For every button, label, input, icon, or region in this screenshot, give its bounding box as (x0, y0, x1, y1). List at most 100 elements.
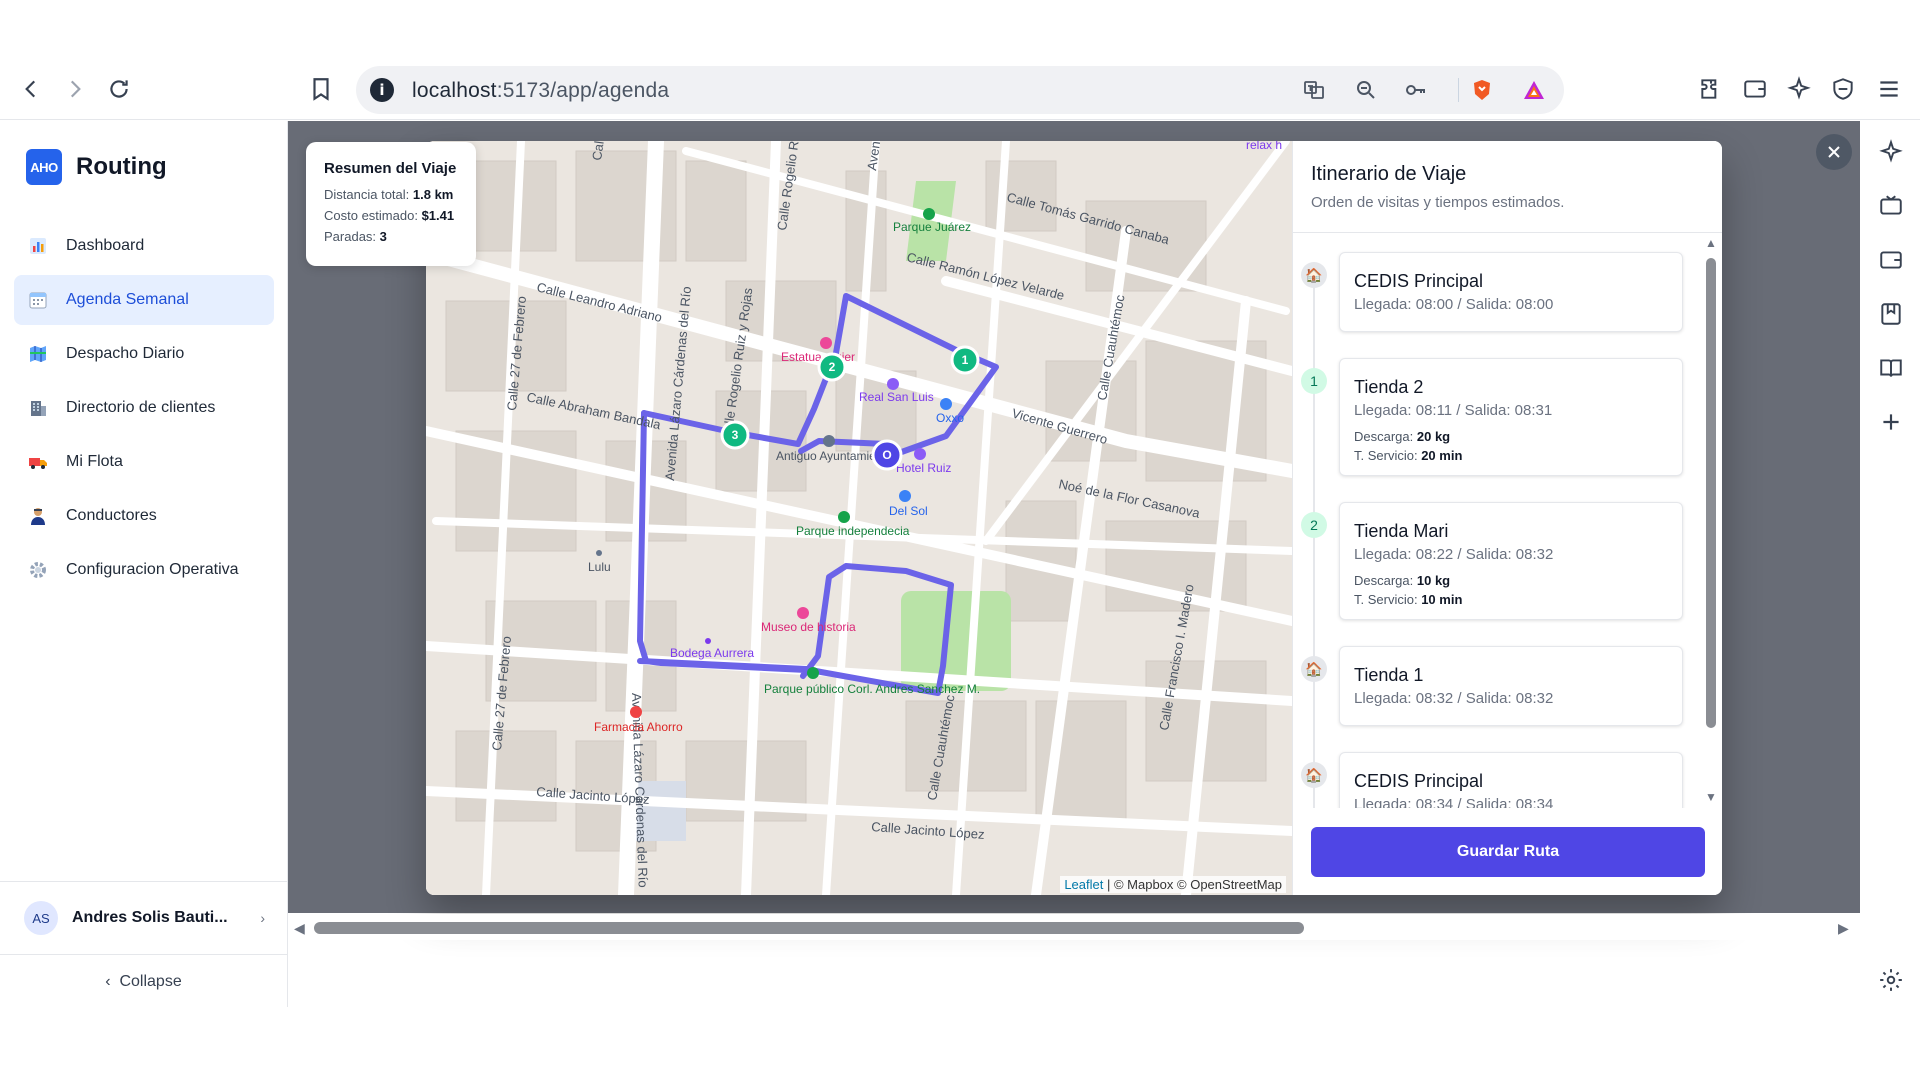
map-canvas: Calle Leandro Adriano Avenida Lázaro Cár… (426, 141, 1292, 895)
sidebar-item-dashboard[interactable]: Dashboard (14, 221, 274, 271)
sidebar-item-mi-flota[interactable]: Mi Flota (14, 437, 274, 487)
poi-label: Del Sol (889, 504, 928, 518)
collapse-button[interactable]: ‹ Collapse (0, 973, 287, 991)
stop-times: Llegada: 08:32 / Salida: 08:32 (1354, 690, 1554, 707)
chevron-left-icon: ‹ (105, 973, 111, 990)
menu-icon[interactable] (1870, 70, 1908, 108)
map-attribution: Leaflet | © Mapbox © OpenStreetMap (1060, 876, 1286, 893)
driver-icon (28, 506, 48, 526)
scroll-down-icon[interactable]: ▼ (1705, 790, 1717, 804)
zoom-out-icon[interactable] (1352, 76, 1380, 104)
stop-service: T. Servicio: 20 min (1354, 448, 1668, 463)
stop-card[interactable]: Tienda Mari Llegada: 08:22 / Salida: 08:… (1339, 502, 1683, 620)
distance-value: 1.8 km (412, 187, 454, 202)
stop-times: Llegada: 08:00 / Salida: 08:00 (1354, 296, 1554, 313)
stop-marker-2: 2 (817, 352, 847, 382)
poi-label: Parque Juárez (893, 220, 971, 234)
itinerary-list[interactable]: 🏠 CEDIS Principal Llegada: 08:00 / Salid… (1293, 234, 1722, 808)
stop-number-badge: 1 (1301, 368, 1327, 394)
brand[interactable]: AHO Routing (26, 149, 167, 185)
cost-label: Costo estimado: (324, 208, 418, 223)
sidebar-item-despacho-diario[interactable]: Despacho Diario (14, 329, 274, 379)
leo-ai-icon[interactable] (1780, 70, 1818, 108)
sidebar-item-label: Directorio de clientes (66, 399, 216, 416)
itinerary-scrollbar[interactable]: ▲ ▼ (1703, 234, 1719, 808)
sidebar-item-label: Mi Flota (66, 453, 123, 470)
add-icon[interactable] (1876, 407, 1906, 437)
back-icon[interactable] (12, 70, 50, 108)
sidebar-item-configuracion-operativa[interactable]: Configuracion Operativa (14, 545, 274, 595)
leo-sparkle-icon[interactable] (1876, 137, 1906, 167)
address-bar[interactable]: i localhost:5173/app/agenda (356, 66, 1564, 114)
leaflet-link[interactable]: Leaflet (1064, 877, 1103, 892)
summary-cost: Costo estimado: $1.41 (324, 208, 458, 223)
stop-number-badge: 2 (1301, 512, 1327, 538)
stop-card[interactable]: CEDIS Principal Llegada: 08:34 / Salida:… (1339, 752, 1683, 808)
stop-marker-3: 3 (720, 420, 750, 450)
poi-label: Hotel Ruiz (896, 461, 951, 475)
scrollbar-thumb[interactable] (1706, 258, 1716, 728)
scrollbar-thumb[interactable] (314, 922, 1304, 934)
user-name: Andres Solis Bauti... (72, 909, 228, 926)
stop-card[interactable]: Tienda 1 Llegada: 08:32 / Salida: 08:32 (1339, 646, 1683, 726)
route-modal: Calle Leandro Adriano Avenida Lázaro Cár… (426, 141, 1722, 895)
panel-subtitle: Orden de visitas y tiempos estimados. (1311, 194, 1565, 211)
horizontal-scrollbar[interactable]: ◀ ▶ (288, 914, 1860, 940)
settings-icon[interactable] (1876, 965, 1906, 995)
url-path: :5173/app/agenda (496, 79, 670, 102)
vpn-shield-icon[interactable] (1824, 70, 1862, 108)
scroll-right-icon[interactable]: ▶ (1838, 920, 1849, 937)
brave-shield-icon[interactable] (1468, 76, 1496, 104)
bookmark-icon[interactable] (302, 70, 340, 108)
stops-value: 3 (379, 229, 387, 244)
collapse-label: Collapse (119, 973, 182, 990)
translate-icon[interactable] (1300, 76, 1328, 104)
stops-label: Paradas: (324, 229, 377, 244)
forward-icon[interactable] (56, 70, 94, 108)
extensions-icon[interactable] (1692, 70, 1730, 108)
site-info-icon[interactable]: i (370, 78, 394, 102)
service-value: 20 min (1421, 448, 1463, 463)
wallet-icon[interactable] (1736, 70, 1774, 108)
sidebar-item-agenda-semanal[interactable]: Agenda Semanal (14, 275, 274, 325)
itinerary-panel: Itinerario de Viaje Orden de visitas y t… (1292, 141, 1722, 895)
save-route-button[interactable]: Guardar Ruta (1311, 827, 1705, 877)
main-content: Calle Leandro Adriano Avenida Lázaro Cár… (288, 121, 1860, 1007)
origin-marker: O (871, 439, 903, 471)
poi-label: Parque independecia (796, 524, 910, 538)
service-value: 10 min (1421, 592, 1463, 607)
home-icon: 🏠 (1301, 262, 1327, 288)
close-modal-button[interactable] (1816, 134, 1852, 170)
url-text[interactable]: localhost:5173/app/agenda (412, 79, 669, 103)
media-icon[interactable] (1876, 191, 1906, 221)
scroll-up-icon[interactable]: ▲ (1705, 236, 1717, 250)
reading-list-icon[interactable] (1876, 353, 1906, 383)
stop-name: Tienda Mari (1354, 521, 1449, 541)
avatar: AS (24, 901, 58, 935)
stop-card[interactable]: CEDIS Principal Llegada: 08:00 / Salida:… (1339, 252, 1683, 332)
bookmarks-icon[interactable] (1876, 299, 1906, 329)
load-label: Descarga: (1354, 429, 1414, 444)
poi-label: Farmacia Ahorro (594, 720, 683, 734)
stop-load: Descarga: 10 kg (1354, 573, 1668, 588)
sidebar-item-directorio-clientes[interactable]: Directorio de clientes (14, 383, 274, 433)
user-profile[interactable]: AS Andres Solis Bauti... › (0, 881, 287, 955)
reload-icon[interactable] (100, 70, 138, 108)
scroll-left-icon[interactable]: ◀ (294, 920, 305, 937)
svg-text:O: O (882, 448, 891, 462)
stop-service: T. Servicio: 10 min (1354, 592, 1668, 607)
sidebar-item-label: Configuracion Operativa (66, 561, 239, 578)
stop-name: CEDIS Principal (1354, 271, 1484, 291)
calendar-icon (28, 290, 48, 310)
wallet-icon[interactable] (1876, 245, 1906, 275)
key-icon[interactable] (1402, 76, 1430, 104)
brave-rewards-icon[interactable] (1520, 76, 1548, 104)
brand-name: Routing (76, 153, 167, 180)
stop-card[interactable]: Tienda 2 Llegada: 08:11 / Salida: 08:31 … (1339, 358, 1683, 476)
poi-label: Oxxo (936, 411, 964, 425)
poi-label: Real San Luis (859, 390, 934, 404)
map-icon (28, 344, 48, 364)
attribution-text: | © Mapbox © OpenStreetMap (1106, 877, 1282, 892)
sidebar-item-conductores[interactable]: Conductores (14, 491, 274, 541)
route-map[interactable]: Calle Leandro Adriano Avenida Lázaro Cár… (426, 141, 1292, 895)
